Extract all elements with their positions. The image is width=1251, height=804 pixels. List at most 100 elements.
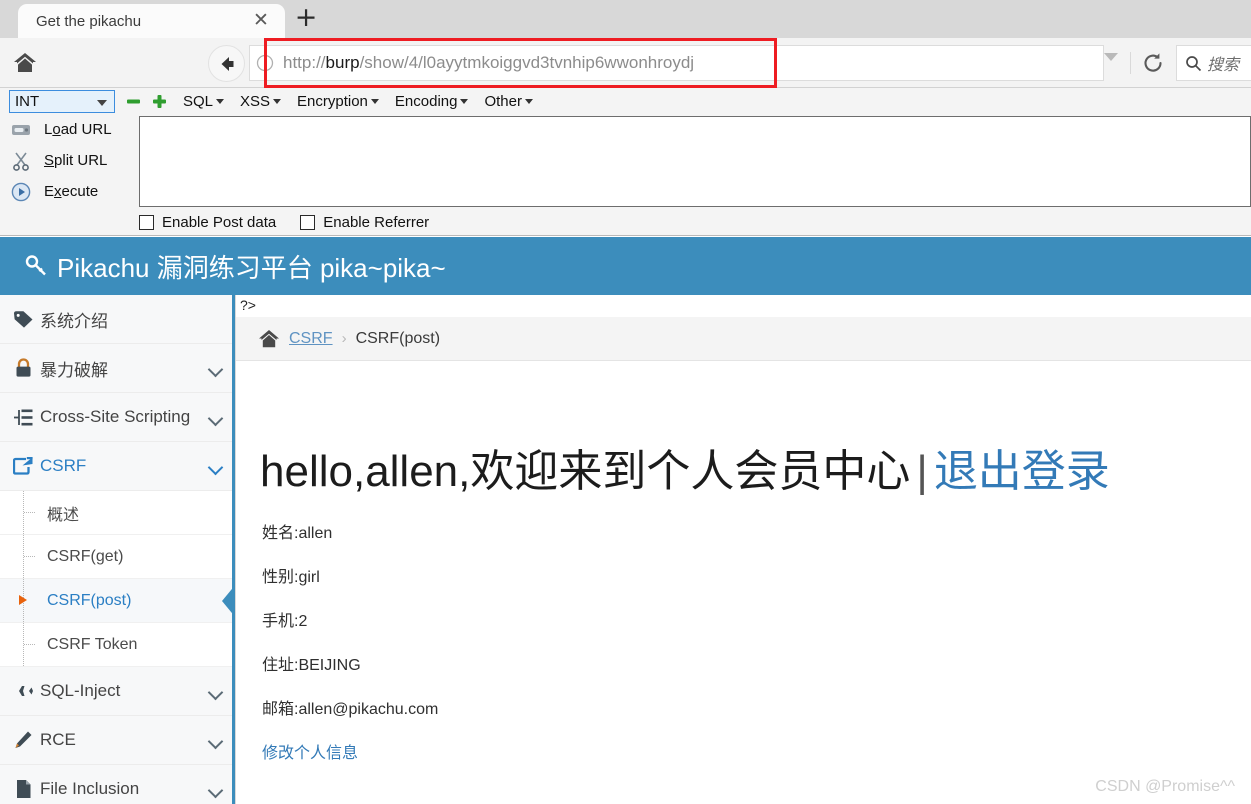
sidebar-label: RCE: [40, 730, 76, 749]
sidebar-item-rce[interactable]: RCE: [0, 716, 235, 765]
page-title: hello,allen,欢迎来到个人会员中心 | 退出登录: [260, 450, 1110, 494]
hackbar-menu-label: Encoding: [394, 92, 458, 110]
hackbar-options: Enable Post data Enable Referrer: [139, 214, 453, 231]
sidebar-accent-rail: [232, 295, 235, 804]
checkbox-box: [139, 215, 154, 230]
chevron-down-icon: [97, 99, 107, 106]
hackbar-menu-xss[interactable]: XSS: [240, 93, 282, 110]
caret-down-icon: [460, 98, 469, 104]
sidebar-subitem-overview[interactable]: 概述: [0, 491, 235, 535]
reload-icon[interactable]: [1140, 50, 1166, 76]
php-tail-text: ?>: [240, 297, 256, 313]
tab-strip: Get the pikachu ✕ +: [0, 0, 1251, 38]
sidebar-sublabel: CSRF Token: [47, 635, 138, 653]
tree-dash: [24, 644, 35, 645]
plus-icon[interactable]: [151, 93, 167, 109]
pencil-icon: [10, 730, 36, 750]
caret-down-icon: [273, 98, 282, 104]
hackbar-menu-other[interactable]: Other: [484, 93, 533, 110]
tab-title: Get the pikachu: [36, 12, 142, 30]
profile-info-list: 姓名:allen 性别:girl 手机:2 住址:BEIJING 邮箱:alle…: [262, 519, 438, 763]
sidebar-subitem-csrf-token[interactable]: CSRF Token: [0, 623, 235, 667]
sidebar-label: SQL-Inject: [40, 681, 121, 700]
chevron-down-icon: [207, 733, 224, 750]
hackbar-menu-encoding[interactable]: Encoding: [395, 93, 469, 110]
enable-referrer-checkbox[interactable]: Enable Referrer: [300, 214, 429, 231]
arrow-right-icon: [19, 595, 27, 605]
hackbar-menu-label: SQL: [183, 92, 214, 110]
hackbar-menu-label: Encryption: [297, 92, 368, 110]
execute-button[interactable]: Execute: [0, 176, 138, 207]
sidebar-item-cross-site-scripting[interactable]: Cross-Site Scripting: [0, 393, 235, 442]
enable-referrer-label: Enable Referrer: [323, 214, 430, 231]
divider: [1130, 52, 1131, 74]
sidebar-subitem-csrf-post[interactable]: CSRF(post): [0, 579, 235, 623]
chevron-down-icon: [207, 410, 224, 427]
profile-name: 姓名:allen: [262, 525, 333, 542]
sidebar-label: File Inclusion: [40, 779, 140, 798]
sidebar-label: 系统介绍: [40, 311, 108, 331]
sidebar-item-brute-force[interactable]: 暴力破解: [0, 344, 235, 393]
breadcrumb-current: CSRF(post): [355, 329, 441, 347]
breadcrumb-parent-link[interactable]: CSRF: [289, 330, 333, 348]
sidebar-sublabel: CSRF(post): [47, 591, 132, 609]
search-input[interactable]: 搜索: [1176, 45, 1251, 81]
hackbar-menu-row: INT SQL XSS Encryption Encoding Other: [0, 88, 1251, 114]
sidebar-item-system-intro[interactable]: 系统介绍: [0, 295, 235, 344]
caret-down-icon: [216, 98, 225, 104]
profile-address: 住址:BEIJING: [262, 657, 361, 674]
browser-tab[interactable]: Get the pikachu ✕: [18, 4, 285, 38]
caret-down-icon: [370, 98, 379, 104]
chevron-down-icon[interactable]: [1104, 53, 1118, 61]
sidebar: 系统介绍 暴力破解 Cross-Site Scripting CSRF 概述 C…: [0, 295, 236, 804]
plane-icon: [10, 683, 36, 699]
breadcrumb-separator: ›: [341, 330, 347, 347]
sidebar-item-sql-inject[interactable]: SQL-Inject: [0, 667, 235, 716]
hackbar-menu-sql[interactable]: SQL: [183, 92, 225, 110]
pikachu-header: Pikachu 漏洞练习平台 pika~pika~: [0, 237, 1251, 295]
caret-down-icon: [524, 98, 533, 104]
xss-icon: [10, 408, 36, 427]
chevron-down-icon: [207, 684, 224, 701]
hackbar-menu-encryption[interactable]: Encryption: [297, 93, 379, 110]
edit-profile-link[interactable]: 修改个人信息: [262, 745, 358, 762]
file-icon: [10, 779, 36, 799]
sidebar-sublabel: CSRF(get): [47, 547, 124, 565]
sidebar-sublabel: 概述: [47, 506, 80, 524]
chevron-down-icon: [207, 782, 224, 799]
sidebar-label: 暴力破解: [40, 360, 108, 380]
hackbar-toolbar: INT SQL XSS Encryption Encoding Other Lo…: [0, 88, 1251, 236]
info-circle-icon[interactable]: [256, 54, 274, 72]
hackbar-menu-label: Other: [484, 92, 522, 110]
home-icon[interactable]: [258, 329, 280, 349]
back-arrow-icon[interactable]: [208, 45, 245, 82]
close-icon[interactable]: ✕: [251, 11, 271, 31]
sidebar-subitem-csrf-get[interactable]: CSRF(get): [0, 535, 235, 579]
url-text: http://burp/show/4/l0ayytmkoiggvd3tvnhip…: [283, 53, 695, 72]
scissors-icon: [8, 151, 34, 171]
chevron-down-icon: [207, 459, 224, 476]
execute-label: Execute: [44, 183, 99, 200]
logout-link[interactable]: 退出登录: [934, 447, 1110, 496]
watermark: CSDN @Promise^^: [1095, 778, 1235, 795]
enable-post-data-label: Enable Post data: [162, 214, 277, 231]
sidebar-item-csrf[interactable]: CSRF: [0, 442, 235, 491]
hackbar-url-textarea[interactable]: [139, 116, 1251, 207]
tag-icon: [10, 310, 36, 329]
split-url-button[interactable]: Split URL: [0, 145, 138, 176]
enable-post-data-checkbox[interactable]: Enable Post data: [139, 214, 276, 231]
key-icon: [24, 253, 50, 279]
profile-email: 邮箱:allen@pikachu.com: [262, 701, 439, 718]
load-url-button[interactable]: Load URL: [0, 114, 138, 145]
navigation-bar: http://burp/show/4/l0ayytmkoiggvd3tvnhip…: [0, 38, 1251, 88]
url-bar[interactable]: http://burp/show/4/l0ayytmkoiggvd3tvnhip…: [249, 45, 1104, 81]
main-content: ?> CSRF › CSRF(post) hello,allen,欢迎来到个人会…: [236, 295, 1251, 804]
home-icon[interactable]: [8, 46, 42, 80]
hackbar-type-select[interactable]: INT: [9, 89, 115, 113]
plus-icon[interactable]: +: [292, 4, 320, 33]
sidebar-item-file-inclusion[interactable]: File Inclusion: [0, 765, 235, 804]
minus-icon[interactable]: [125, 93, 141, 109]
hackbar-type-value: INT: [15, 92, 40, 110]
breadcrumb: CSRF › CSRF(post): [236, 317, 1251, 361]
profile-phone: 手机:2: [262, 613, 308, 630]
